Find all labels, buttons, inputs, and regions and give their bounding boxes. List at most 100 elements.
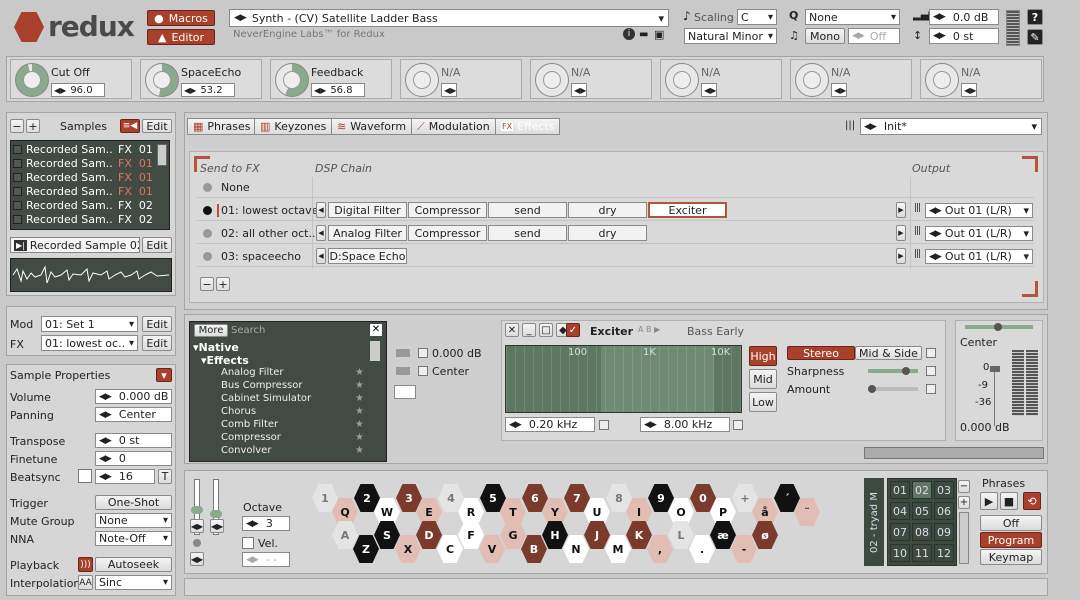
amount-checkbox[interactable] — [926, 384, 936, 394]
sample-row[interactable]: Recorded Sam.. FX 01 — [13, 157, 155, 170]
pitch-thumb[interactable] — [191, 506, 203, 514]
tab-modulation[interactable]: ⟋ Modulation — [411, 118, 496, 135]
quantize-select[interactable]: None — [805, 9, 900, 25]
star-icon[interactable]: ★ — [355, 419, 364, 430]
stereo-checkbox[interactable] — [926, 348, 936, 358]
dsp-device[interactable]: Analog Filter — [328, 225, 407, 241]
exciter-close-button[interactable]: ✕ — [505, 323, 519, 337]
phrase-loop-button[interactable]: ⟲ — [1023, 492, 1041, 510]
fx-row-output-select[interactable]: ◀▶ Out 01 (L/R) ▾ — [925, 226, 1033, 241]
phrase-pad[interactable]: 05 — [912, 502, 932, 520]
chain-right-arrow[interactable]: ▶ — [896, 225, 906, 241]
device-scrollbar[interactable] — [864, 447, 1044, 459]
browser-scrollbar[interactable] — [370, 341, 380, 361]
fader-thumb[interactable] — [990, 366, 1000, 372]
amount-handle[interactable] — [868, 385, 876, 393]
glide-field[interactable]: ◀▶ Off — [848, 28, 900, 44]
sample-row-checkbox[interactable] — [13, 187, 22, 196]
browser-item[interactable]: Compressor ★ — [221, 432, 366, 444]
phrase-pad[interactable]: 09 — [934, 523, 954, 541]
phrase-pad[interactable]: 12 — [934, 544, 954, 562]
pan-checkbox[interactable] — [418, 366, 428, 376]
browser-effects-folder[interactable]: ▾Effects — [201, 354, 249, 367]
band-mid-button[interactable]: Mid — [749, 369, 777, 389]
macro-knob[interactable] — [665, 63, 699, 97]
fx-row-radio[interactable] — [203, 206, 212, 215]
trigger-button[interactable]: One-Shot — [95, 495, 172, 510]
browser-close-icon[interactable]: ✕ — [370, 324, 382, 336]
macro-8[interactable]: N/A ◀▶ — [920, 59, 1042, 99]
properties-collapse-button[interactable]: ▾ — [156, 368, 172, 382]
wheel-stepper-bottom[interactable]: ◀▶ — [190, 552, 204, 566]
macro-knob[interactable] — [15, 63, 49, 97]
beatsync-type-button[interactable]: T — [158, 469, 172, 484]
tab-effects[interactable]: FX Effects — [495, 118, 561, 135]
browser-native-folder[interactable]: ▾Native — [193, 341, 239, 354]
macro-value-field[interactable]: ◀▶ 53.2 — [181, 83, 235, 97]
pan-knob-slider[interactable] — [965, 323, 1033, 331]
phrase-remove-button[interactable]: − — [958, 480, 970, 493]
fx-row-radio[interactable] — [203, 229, 212, 238]
browser-more-button[interactable]: More — [194, 324, 228, 337]
amount-slider[interactable] — [868, 385, 918, 393]
band-low-button[interactable]: Low — [749, 392, 777, 412]
band-high-button[interactable]: High — [749, 346, 777, 366]
sample-row-checkbox[interactable] — [13, 159, 22, 168]
exciter-preset-icons[interactable]: A B ▶ — [638, 325, 660, 334]
pan-slider[interactable] — [396, 367, 410, 375]
browser-item[interactable]: Convolver ★ — [221, 445, 366, 457]
exciter-high-freq-field[interactable]: ◀▶ 8.00 kHz — [640, 417, 730, 432]
interp-aa-button[interactable]: AA — [78, 575, 93, 590]
folder-icon[interactable]: ▬ — [639, 29, 648, 40]
editor-button[interactable]: ▲ Editor — [147, 29, 215, 45]
scaling-scale-select[interactable]: Natural Minor — [684, 28, 777, 44]
macro-knob[interactable] — [795, 63, 829, 97]
dsp-device[interactable]: dry — [568, 202, 647, 218]
macro-knob[interactable] — [275, 63, 309, 97]
exciter-enable-button[interactable]: ✓ — [566, 323, 580, 337]
fx-row-name[interactable]: 01: lowest octave — [217, 204, 323, 217]
stereo-button[interactable]: Stereo — [787, 346, 855, 360]
mod-thumb[interactable] — [210, 510, 222, 518]
macro-3[interactable]: Feedback ◀▶ 56.8 — [270, 59, 392, 99]
fx-chain-select[interactable]: 01: lowest oc.. — [41, 335, 138, 351]
macro-value-field[interactable]: ◀▶ — [961, 83, 977, 97]
transpose-field[interactable]: ◀▶ 0 st — [95, 433, 172, 448]
tab-waveform[interactable]: ≋ Waveform — [331, 118, 413, 135]
chain-left-arrow[interactable]: ◀ — [316, 202, 326, 218]
mod-edit-button[interactable]: Edit — [142, 316, 172, 332]
selected-sample-edit-button[interactable]: Edit — [142, 237, 172, 253]
dsp-device[interactable]: Compressor — [408, 202, 487, 218]
phrase-pad[interactable]: 03 — [934, 481, 954, 499]
fx-row-output-select[interactable]: ◀▶ Out 01 (L/R) ▾ — [925, 249, 1033, 264]
phrase-add-button[interactable]: + — [958, 496, 970, 509]
phrase-stop-button[interactable]: ■ — [1000, 492, 1018, 510]
remove-fx-chain-button[interactable]: − — [200, 277, 214, 291]
pan-handle[interactable] — [994, 323, 1002, 331]
phrase-mode-off-button[interactable]: Off — [980, 515, 1042, 531]
dsp-device[interactable]: Exciter — [648, 202, 727, 218]
sample-row[interactable]: Recorded Sam.. FX 01 — [13, 143, 155, 156]
save-icon[interactable]: ▣ — [654, 28, 664, 41]
macro-value-field[interactable]: ◀▶ — [831, 83, 847, 97]
chain-right-arrow[interactable]: ▶ — [896, 248, 906, 264]
low-freq-checkbox[interactable] — [599, 420, 609, 430]
exciter-graph[interactable]: 100 1K 10K — [505, 345, 742, 413]
chain-right-arrow[interactable]: ▶ — [896, 202, 906, 218]
fx-row-name[interactable]: 02: all other oct.. — [221, 227, 315, 240]
wrench-button[interactable]: ✎ — [1027, 29, 1043, 45]
chain-left-arrow[interactable]: ◀ — [316, 225, 326, 241]
bottom-scrollbar[interactable] — [184, 578, 1048, 596]
macro-1[interactable]: Cut Off ◀▶ 96.0 — [10, 59, 132, 99]
tab-phrases[interactable]: ▦ Phrases — [187, 118, 257, 135]
browser-search-input[interactable]: Search — [231, 325, 265, 336]
star-icon[interactable]: ★ — [355, 393, 364, 404]
gain-slider[interactable] — [396, 349, 410, 357]
browser-item[interactable]: Cabinet Simulator ★ — [221, 393, 366, 405]
mod-set-select[interactable]: 01: Set 1 — [41, 316, 138, 332]
browser-item[interactable]: Chorus ★ — [221, 406, 366, 418]
macro-5[interactable]: N/A ◀▶ — [530, 59, 652, 99]
finetune-field[interactable]: ◀▶ 0 — [95, 451, 172, 466]
phrase-scrollbar[interactable] — [959, 512, 969, 564]
patch-name-field[interactable]: ◀▶ Synth - (CV) Satellite Ladder Bass ▾ — [229, 9, 669, 27]
